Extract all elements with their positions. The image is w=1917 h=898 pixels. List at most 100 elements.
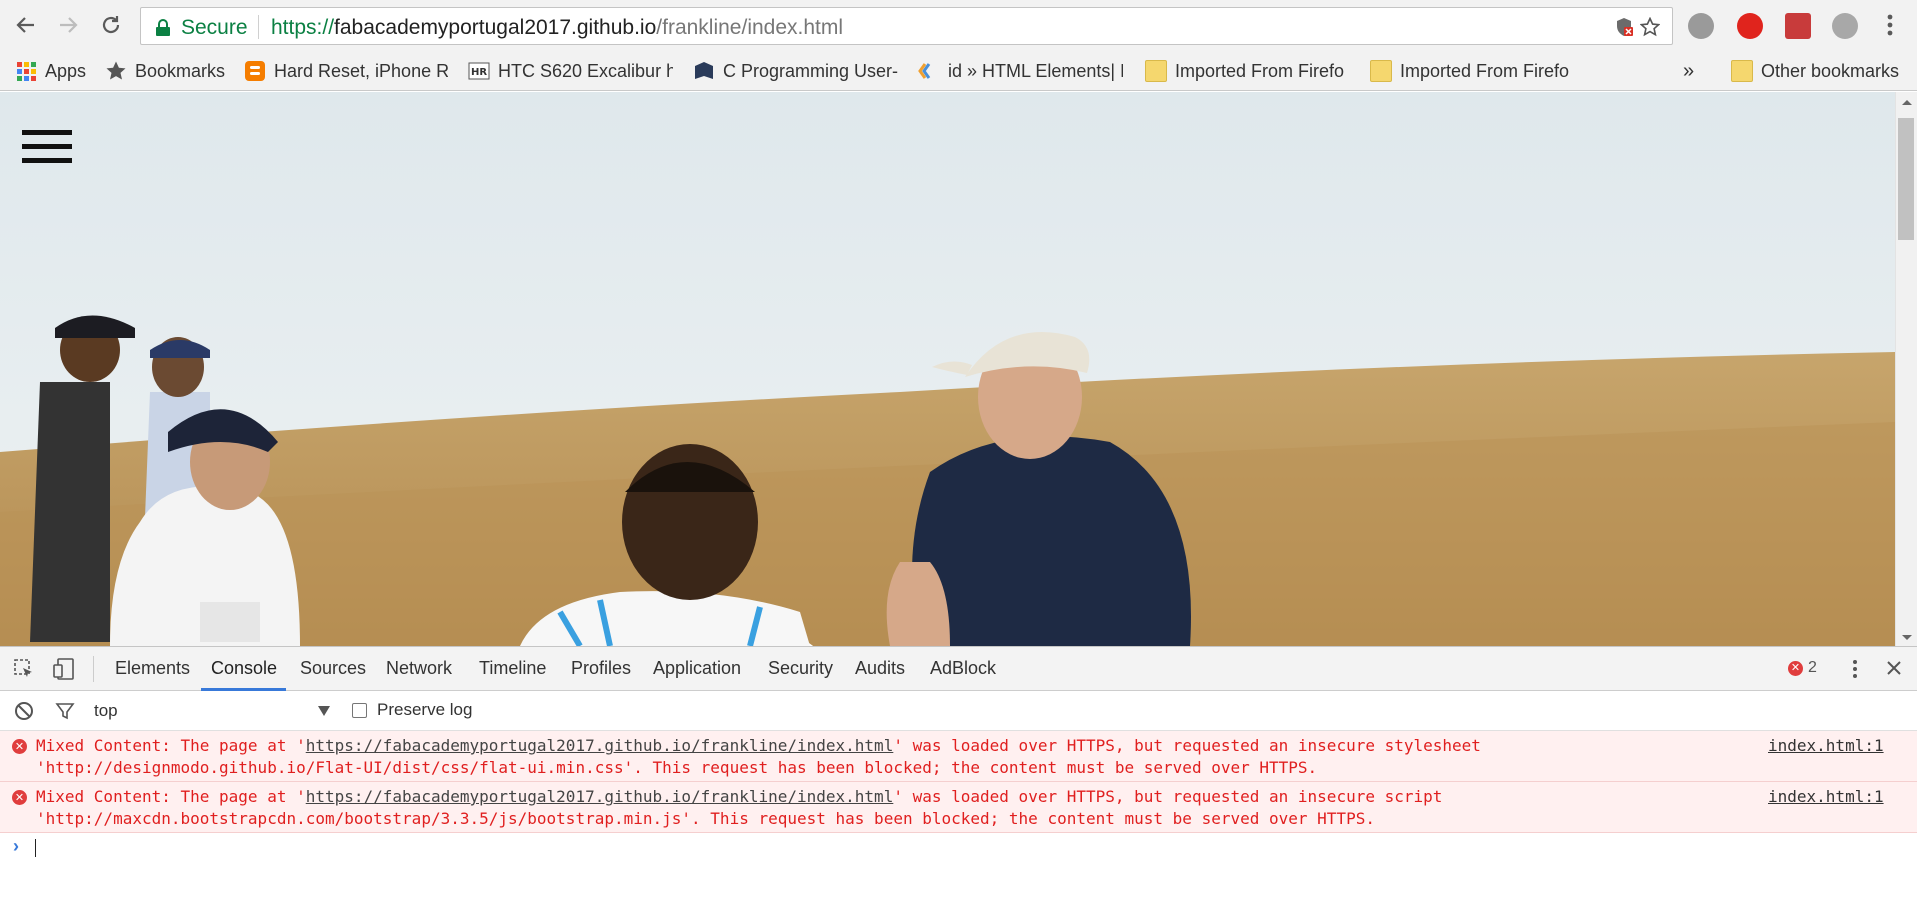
url-path: /frankline/index.html xyxy=(656,16,844,39)
message-line-2: 'http://maxcdn.bootstrapcdn.com/bootstra… xyxy=(36,809,1375,828)
dropdown-arrow-icon xyxy=(318,706,330,716)
forward-arrow-icon xyxy=(60,17,78,33)
hr-logo-icon: HR xyxy=(468,62,490,80)
bookmark-label: Apps xyxy=(45,60,87,81)
scroll-up-arrow-icon xyxy=(1902,100,1912,105)
html-logo-icon xyxy=(918,63,931,79)
blocked-content-shield-icon[interactable] xyxy=(1614,17,1634,37)
devtools-panel: Elements Console Sources Network Timeline Pro… xyxy=(0,646,1917,898)
devtools-menu-icon[interactable] xyxy=(1851,658,1859,680)
lock-icon xyxy=(156,19,170,36)
tab-sources[interactable]: Sources xyxy=(300,658,366,679)
inspect-element-icon[interactable] xyxy=(13,658,35,680)
console-prompt-chevron: › xyxy=(13,836,19,856)
reload-icon xyxy=(102,16,120,34)
bookmark-bookmarks[interactable]: Bookmarks xyxy=(105,59,225,83)
error-icon: ✕ xyxy=(12,790,27,805)
message-text: Mixed Content: The page at ' xyxy=(36,787,306,806)
bookmark-htc[interactable]: HR HTC S620 Excalibur ha xyxy=(468,59,673,83)
bookmark-label: C Programming User- xyxy=(723,60,898,81)
preserve-log-label: Preserve log xyxy=(377,700,473,719)
address-bar[interactable]: Secure https://fabacademyportugal2017.gi… xyxy=(140,7,1673,45)
preserve-log-toggle[interactable]: Preserve log xyxy=(352,700,472,720)
console-error-message: ✕ Mixed Content: The page at 'https://fa… xyxy=(0,782,1917,833)
devtools-tab-bar: Elements Console Sources Network Timeline Pro… xyxy=(0,647,1917,691)
message-line-2: 'http://designmodo.github.io/Flat-UI/dis… xyxy=(36,758,1318,777)
bookmark-hard-reset[interactable]: Hard Reset, iPhone Re xyxy=(244,59,448,83)
svg-text:HR: HR xyxy=(471,67,487,78)
tab-console[interactable]: Console xyxy=(211,658,277,679)
hamburger-menu-icon[interactable] xyxy=(22,130,72,166)
reload-button[interactable] xyxy=(96,10,126,40)
page-scrollbar-thumb[interactable] xyxy=(1898,118,1914,240)
tab-application[interactable]: Application xyxy=(653,658,741,679)
message-text: Mixed Content: The page at ' xyxy=(36,736,306,755)
error-count: 2 xyxy=(1808,659,1817,676)
message-line-1: Mixed Content: The page at 'https://faba… xyxy=(36,736,1481,755)
console-input[interactable]: › xyxy=(0,833,1917,863)
back-button[interactable] xyxy=(11,10,41,40)
text-cursor xyxy=(35,839,36,857)
tab-adblock[interactable]: AdBlock xyxy=(930,658,996,679)
context-selector[interactable]: top xyxy=(94,701,334,723)
pdf-extension-icon[interactable] xyxy=(1785,13,1811,39)
globe-extension-icon[interactable] xyxy=(1688,13,1714,39)
console-error-message: ✕ Mixed Content: The page at 'https://fa… xyxy=(0,731,1917,782)
book-logo-icon xyxy=(695,62,713,79)
bookmark-folder-imported-1[interactable]: Imported From Firefo xyxy=(1145,59,1349,83)
folder-icon xyxy=(1370,60,1392,82)
forward-button[interactable] xyxy=(53,10,83,40)
tab-audits[interactable]: Audits xyxy=(855,658,905,679)
browser-toolbar: Secure https://fabacademyportugal2017.gi… xyxy=(0,0,1917,50)
message-line-1: Mixed Content: The page at 'https://faba… xyxy=(36,787,1442,806)
message-text: ' was loaded over HTTPS, but requested a… xyxy=(893,787,1443,806)
bookmark-apps[interactable]: Apps xyxy=(15,59,86,83)
hamburger-bar xyxy=(22,144,72,149)
folder-icon xyxy=(1145,60,1167,82)
url-scheme: https:// xyxy=(271,16,335,39)
close-devtools-icon[interactable] xyxy=(1885,659,1903,677)
bookmark-label: Bookmarks xyxy=(135,60,226,81)
folder-icon xyxy=(1731,60,1753,82)
bookmark-other-bookmarks[interactable]: Other bookmarks xyxy=(1731,59,1899,83)
tab-divider xyxy=(93,656,94,682)
secure-label: Secure xyxy=(181,16,248,39)
omnibox-divider xyxy=(258,15,259,39)
apps-grid-icon xyxy=(17,62,36,81)
bookmarks-bar: Apps Bookmarks Hard Reset, iPhone Re HR … xyxy=(0,50,1917,91)
message-source-link[interactable]: index.html:1 xyxy=(1768,787,1884,806)
tab-elements[interactable]: Elements xyxy=(115,658,190,679)
message-link[interactable]: https://fabacademyportugal2017.github.io… xyxy=(306,736,894,755)
bookmark-label: id » HTML Elements| L xyxy=(948,60,1123,81)
bookmark-folder-imported-2[interactable]: Imported From Firefo xyxy=(1370,59,1574,83)
adblock-extension-icon[interactable] xyxy=(1737,13,1763,39)
error-counter[interactable]: ✕ 2 xyxy=(1788,659,1817,677)
message-text: ' was loaded over HTTPS, but requested a… xyxy=(893,736,1481,755)
bookmarks-overflow-chevron[interactable]: » xyxy=(1683,59,1694,83)
context-value: top xyxy=(94,701,118,720)
bookmark-label: Other bookmarks xyxy=(1761,60,1900,81)
star-icon xyxy=(106,61,126,80)
tab-profiles[interactable]: Profiles xyxy=(571,658,631,679)
hero-photo-runners xyxy=(0,92,1895,646)
console-toolbar: top Preserve log xyxy=(0,691,1917,731)
clear-console-icon[interactable] xyxy=(14,701,34,721)
tab-security[interactable]: Security xyxy=(768,658,833,679)
error-icon: ✕ xyxy=(12,739,27,754)
message-link[interactable]: https://fabacademyportugal2017.github.io… xyxy=(306,787,894,806)
filter-icon[interactable] xyxy=(55,701,75,721)
url-text[interactable]: https://fabacademyportugal2017.github.io… xyxy=(271,16,843,40)
bookmark-star-icon[interactable] xyxy=(1640,17,1660,37)
bookmark-label: Imported From Firefo xyxy=(1175,60,1345,81)
www-extension-icon[interactable] xyxy=(1832,13,1858,39)
page-viewport xyxy=(0,92,1895,646)
bookmark-html-elements[interactable]: id » HTML Elements| L xyxy=(918,59,1123,83)
bookmark-c-programming[interactable]: C Programming User- xyxy=(693,59,898,83)
browser-menu-button[interactable] xyxy=(1875,10,1905,40)
bookmark-label: Imported From Firefo xyxy=(1400,60,1570,81)
tab-network[interactable]: Network xyxy=(386,658,452,679)
device-toolbar-icon[interactable] xyxy=(52,657,76,681)
message-source-link[interactable]: index.html:1 xyxy=(1768,736,1884,755)
preserve-log-checkbox[interactable] xyxy=(352,702,367,718)
tab-timeline[interactable]: Timeline xyxy=(479,658,546,679)
